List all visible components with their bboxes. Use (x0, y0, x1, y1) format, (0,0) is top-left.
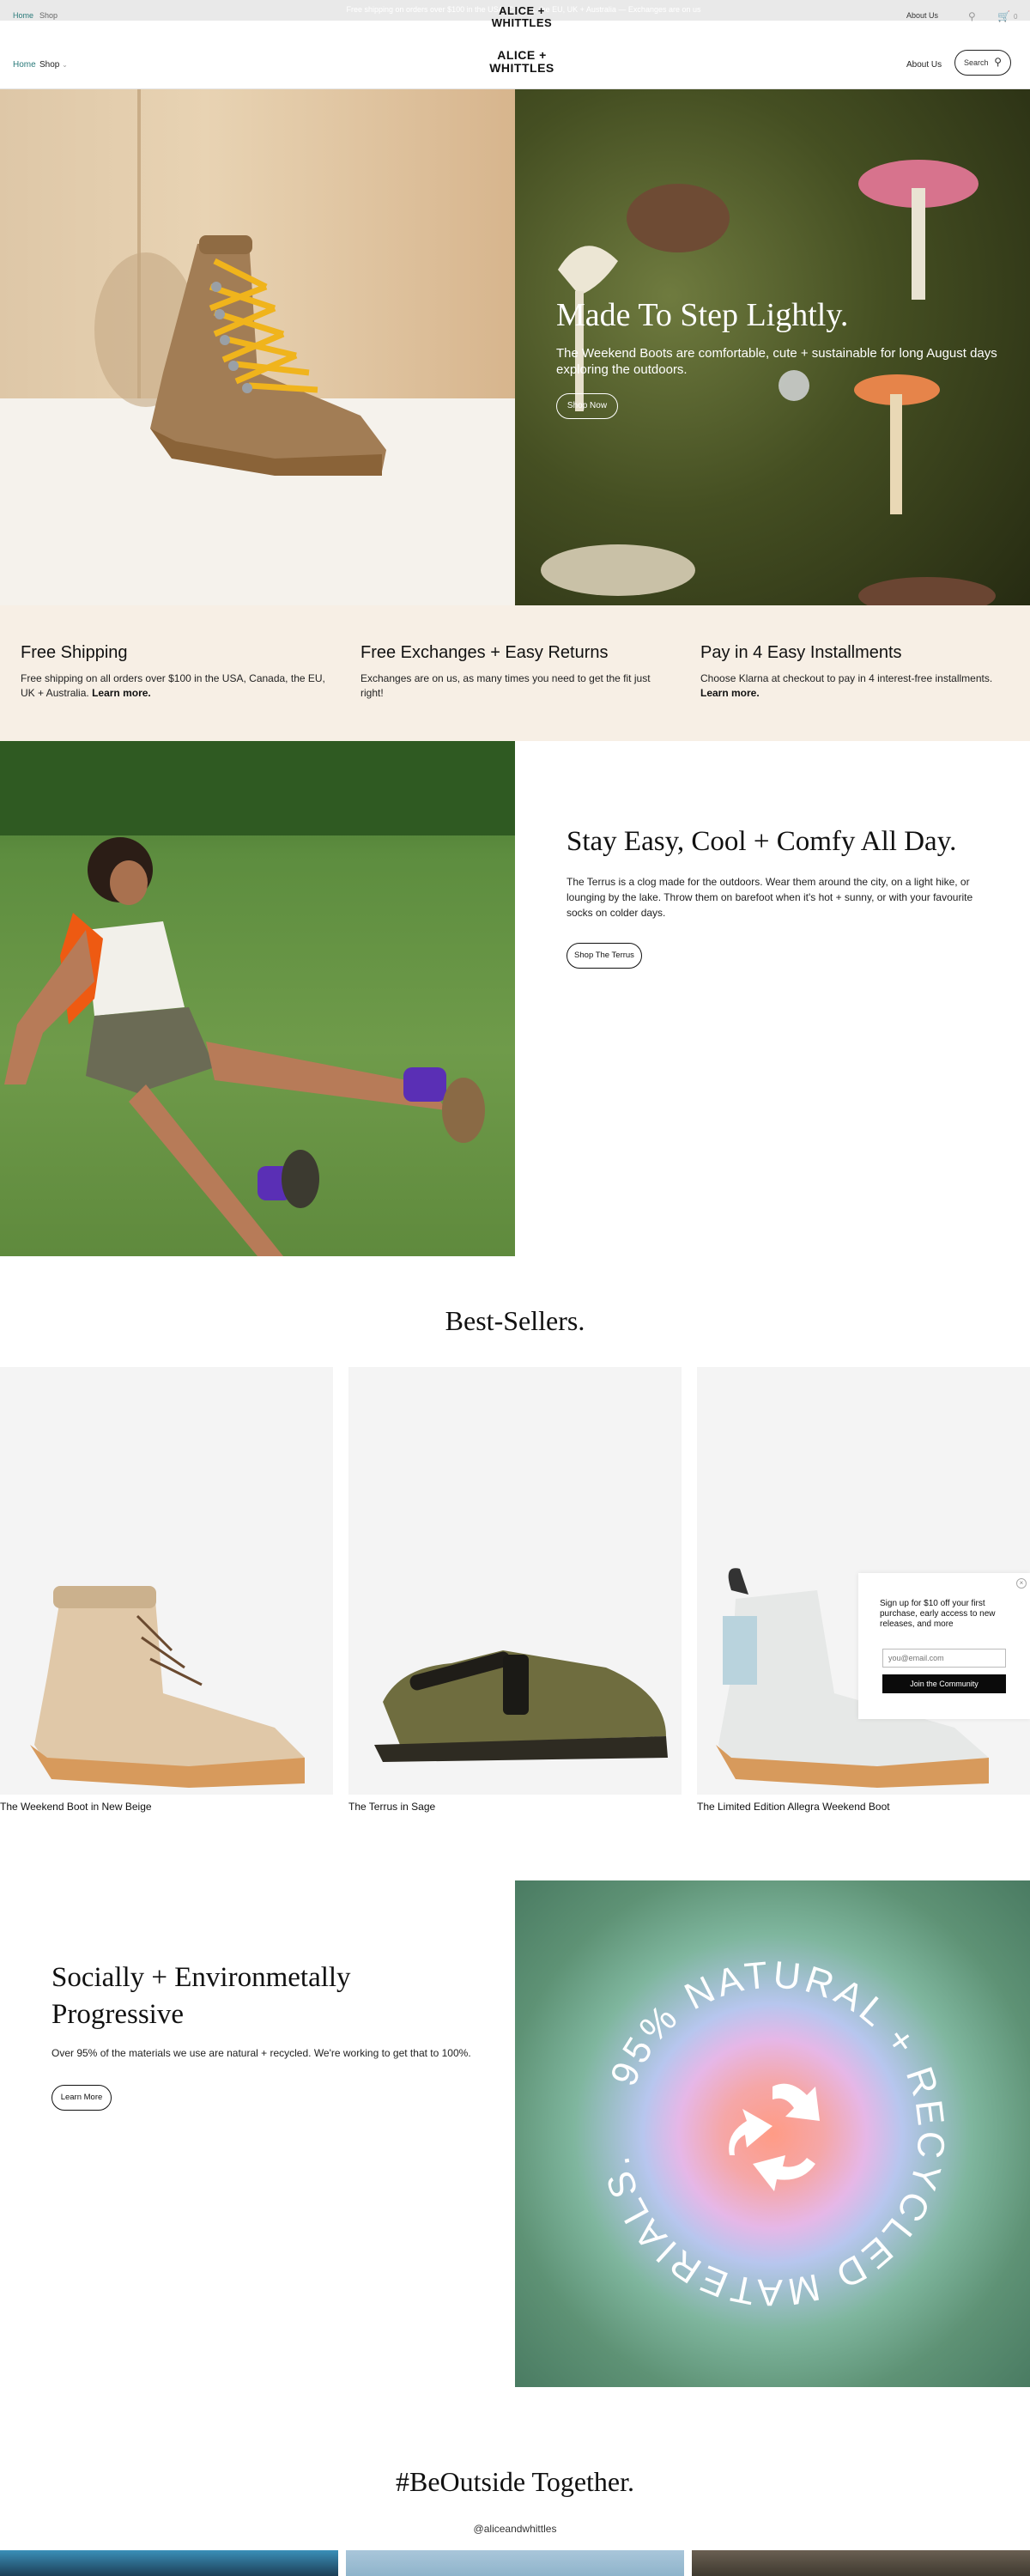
feature-free-shipping: Free Shipping Free shipping on all order… (21, 643, 330, 701)
recycle-badge: 95% NATURAL + RECYCLED MATERIALS. (595, 1953, 953, 2313)
product-image-terrus (374, 1650, 668, 1762)
learn-more-link[interactable]: Learn more. (700, 687, 760, 699)
hero-subtitle: The Weekend Boots are comfortable, cute … (556, 346, 997, 377)
best-sellers-title: Best-Sellers. (445, 1305, 585, 1336)
ghost-nav-about[interactable]: About Us (906, 11, 938, 20)
search-icon: ⚲ (994, 56, 1002, 68)
boot-illustration (94, 235, 386, 476)
recycle-icon (729, 2083, 820, 2191)
logo[interactable]: ALICE + WHITTLES (489, 49, 554, 75)
product-name[interactable]: The Weekend Boot in New Beige (0, 1801, 152, 1813)
ghost-nav-home[interactable]: Home (13, 11, 33, 20)
nav-about[interactable]: About Us (906, 60, 942, 70)
ghost-logo-line2: WHITTLES (491, 16, 553, 29)
search-button[interactable]: Search ⚲ (954, 50, 1011, 76)
hero-title: Made To Step Lightly. (556, 297, 849, 333)
logo-line2: WHITTLES (489, 61, 554, 75)
nav-shop[interactable]: Shop ⌄ (39, 60, 68, 70)
materials-graphic: 95% NATURAL + RECYCLED MATERIALS. (515, 1880, 1030, 2387)
close-icon[interactable]: × (1016, 1578, 1027, 1589)
cart-icon[interactable]: 🛒 (997, 10, 1010, 22)
popup-text: Sign up for $10 off your first purchase,… (880, 1599, 996, 1629)
signup-popup: × Sign up for $10 off your first purchas… (858, 1573, 1030, 1719)
shop-terrus-button[interactable]: Shop The Terrus (566, 943, 642, 969)
hero-boot-image (0, 89, 515, 605)
feature-text: Free shipping on all orders over $100 in… (21, 671, 330, 701)
logo-line1: ALICE + (497, 48, 547, 62)
site-header: Home Shop ⌄ ALICE + WHITTLES About Us Se… (0, 38, 1030, 89)
person-illustration (0, 741, 515, 1256)
feature-text-body: Choose Klarna at checkout to pay in 4 in… (700, 672, 993, 684)
nav-shop-label: Shop (39, 60, 60, 70)
chevron-down-icon: ⌄ (62, 61, 68, 69)
ghost-logo[interactable]: ALICE + WHITTLES (491, 5, 553, 29)
join-community-button[interactable]: Join the Community (882, 1674, 1006, 1693)
feature-title: Pay in 4 Easy Installments (700, 643, 902, 662)
feature-title: Free Exchanges + Easy Returns (360, 643, 609, 662)
terrus-copy: Stay Easy, Cool + Comfy All Day. The Ter… (566, 824, 978, 920)
nav-home[interactable]: Home (13, 60, 36, 70)
search-label: Search (964, 58, 989, 67)
product-image-weekend-boot (30, 1586, 305, 1788)
community-photo[interactable] (0, 2550, 338, 2576)
terrus-lifestyle-image (0, 741, 515, 1256)
community-photo[interactable] (692, 2550, 1030, 2576)
feature-text: Exchanges are on us, as many times you n… (360, 672, 651, 699)
product-card-terrus[interactable] (348, 1367, 682, 1795)
hero-copy: Made To Step Lightly. The Weekend Boots … (556, 295, 1020, 378)
features-strip: Free Shipping Free shipping on all order… (0, 605, 1030, 741)
instagram-handle[interactable]: @aliceandwhittles (0, 2523, 1030, 2535)
social-title: Socially + Environmetally Progressive (52, 1962, 351, 2030)
product-name[interactable]: The Terrus in Sage (348, 1801, 435, 1813)
feature-title: Free Shipping (21, 643, 128, 662)
shop-now-button[interactable]: Shop Now (556, 393, 618, 419)
feature-text: Choose Klarna at checkout to pay in 4 in… (700, 671, 1009, 701)
learn-more-button[interactable]: Learn More (52, 2085, 112, 2111)
feature-installments: Pay in 4 Easy Installments Choose Klarna… (700, 643, 1009, 701)
ghost-logo-line1: ALICE + (499, 4, 545, 17)
ghost-nav-shop[interactable]: Shop (39, 11, 58, 20)
learn-more-link[interactable]: Learn more. (92, 687, 151, 699)
feature-free-exchanges: Free Exchanges + Easy Returns Exchanges … (360, 643, 670, 701)
social-body: Over 95% of the materials we use are nat… (52, 2047, 471, 2059)
feature-text-body: Free shipping on all orders over $100 in… (21, 672, 325, 699)
search-icon[interactable]: ⚲ (968, 10, 976, 22)
product-name[interactable]: The Limited Edition Allegra Weekend Boot (697, 1801, 890, 1813)
cart-count: 0 (1014, 13, 1018, 21)
community-title: #BeOutside Together. (395, 2466, 634, 2497)
email-field[interactable] (882, 1649, 1006, 1668)
terrus-title: Stay Easy, Cool + Comfy All Day. (566, 826, 957, 857)
ring-text: 95% NATURAL + RECYCLED MATERIALS. (595, 1953, 953, 2313)
terrus-body: The Terrus is a clog made for the outdoo… (566, 876, 973, 919)
product-card-weekend-boot[interactable] (0, 1367, 333, 1795)
community-photo[interactable] (346, 2550, 684, 2576)
ring-text-path: 95% NATURAL + RECYCLED MATERIALS. (595, 1953, 949, 2313)
